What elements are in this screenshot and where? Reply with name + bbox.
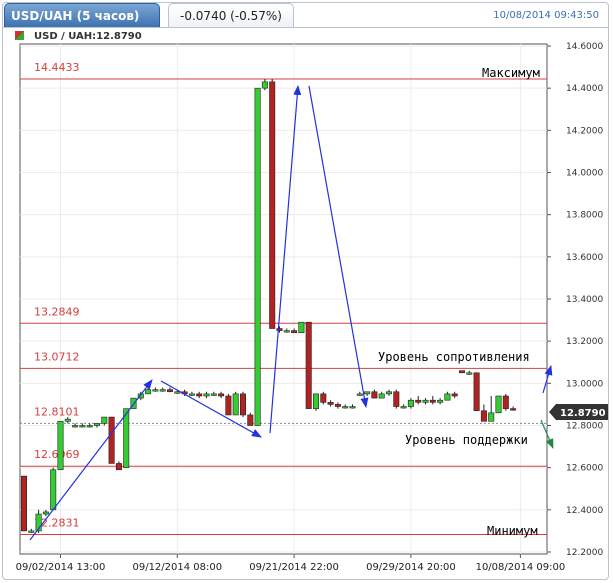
candle-body <box>210 393 217 396</box>
candle-body <box>371 391 378 399</box>
candle-body <box>276 328 283 331</box>
candle-body <box>305 321 312 409</box>
candle-body <box>254 87 261 426</box>
candle-body <box>152 389 159 392</box>
y-tick-label: 13.4000 <box>566 295 603 305</box>
y-tick-label: 12.4000 <box>566 506 603 516</box>
candle-body <box>385 391 392 395</box>
y-tick-label: 12.2000 <box>566 548 603 558</box>
candle-body <box>458 370 465 374</box>
candle-body <box>261 81 268 89</box>
level-label: 14.4433 <box>34 61 80 74</box>
candle-body <box>188 393 195 396</box>
price-chart: 14.443313.284913.071212.810112.606912.28… <box>15 31 608 573</box>
x-axis: 09/02/2014 13:00 09/12/2014 08:00 09/21/20… <box>16 554 566 573</box>
candle-body <box>42 511 49 515</box>
level-label: 13.2849 <box>34 305 80 318</box>
symbol-price-label: USD / UAH:12.8790 <box>34 31 142 42</box>
candle-body <box>400 406 407 409</box>
support-annotation: Уровень поддержки <box>405 433 528 447</box>
candle-body <box>240 393 247 416</box>
y-tick-label: 13.2000 <box>566 337 603 347</box>
candle-body <box>20 475 27 532</box>
level-label: 13.0712 <box>34 350 80 363</box>
candle-body <box>437 399 444 403</box>
candle-body <box>378 393 385 399</box>
candle-body <box>495 395 502 414</box>
candle-body <box>101 416 108 424</box>
candle-body <box>327 402 334 405</box>
candle-body <box>291 330 298 334</box>
candle-body <box>57 420 64 471</box>
candle-body <box>349 406 356 409</box>
x-tick-label: 10/08/2014 09:00 <box>476 562 566 573</box>
candle-body <box>123 408 130 468</box>
y-tick-label: 12.8000 <box>566 422 603 432</box>
candle-body <box>225 395 232 416</box>
candle-body <box>422 399 429 403</box>
candle-body <box>94 423 101 426</box>
y-tick-label: 14.0000 <box>566 169 603 179</box>
candle-body <box>429 399 436 403</box>
y-tick-label: 14.2000 <box>566 126 603 136</box>
candle-body <box>108 416 115 464</box>
candle-body <box>159 389 166 392</box>
candle-body <box>232 393 239 416</box>
candle-body <box>451 393 458 397</box>
candle-body <box>167 389 174 393</box>
x-tick-label: 09/21/2014 22:00 <box>249 562 339 573</box>
y-tick-label: 12.6000 <box>566 464 603 474</box>
candle-body <box>196 393 203 397</box>
candle-body <box>312 393 319 409</box>
candle-body <box>247 414 254 426</box>
candle-body <box>79 425 86 428</box>
candle-body <box>283 330 290 333</box>
candle-body <box>502 395 509 409</box>
candle-body <box>203 393 210 397</box>
candle-body <box>364 391 371 395</box>
candle-body <box>86 425 93 428</box>
y-tick-label: 13.6000 <box>566 253 603 263</box>
candle-body <box>356 393 363 396</box>
candle-body <box>145 389 152 395</box>
candle-body <box>50 469 57 511</box>
current-price-label: 12.8790 <box>560 408 606 419</box>
candle-body <box>115 463 122 471</box>
candle-body <box>393 391 400 407</box>
candle-body <box>320 393 327 403</box>
candle-body <box>480 410 487 422</box>
resistance-annotation: Уровень сопротивления <box>378 350 530 364</box>
y-axis: 12.2000 12.4000 12.6000 12.8000 13.0000 13.20… <box>547 42 603 558</box>
candle-body <box>473 372 480 412</box>
candle-body <box>510 408 517 411</box>
candle-body <box>444 393 451 401</box>
min-annotation: Минимум <box>487 524 538 538</box>
max-annotation: Максимум <box>482 66 540 80</box>
candle-body <box>28 530 35 533</box>
candle-body <box>342 406 349 409</box>
y-tick-label: 13.8000 <box>566 211 603 221</box>
y-tick-label: 14.4000 <box>566 84 603 94</box>
candle-body <box>269 81 276 329</box>
candle-body <box>407 399 414 407</box>
y-tick-label: 13.0000 <box>566 379 603 389</box>
candle-body <box>174 391 181 394</box>
candle-body <box>218 393 225 397</box>
candle-body <box>415 399 422 403</box>
level-label: 12.8101 <box>34 405 80 418</box>
level-label: 12.6069 <box>34 448 80 461</box>
x-tick-label: 09/02/2014 13:00 <box>16 562 106 573</box>
candle-body <box>466 372 473 375</box>
y-tick-label: 14.6000 <box>566 42 603 52</box>
x-tick-label: 09/12/2014 08:00 <box>132 562 222 573</box>
x-tick-label: 09/29/2014 20:00 <box>366 562 456 573</box>
candle-body <box>72 425 79 428</box>
candle-body <box>298 321 305 334</box>
candle-body <box>64 418 71 422</box>
candle-body <box>488 412 495 422</box>
candle-body <box>334 404 341 407</box>
